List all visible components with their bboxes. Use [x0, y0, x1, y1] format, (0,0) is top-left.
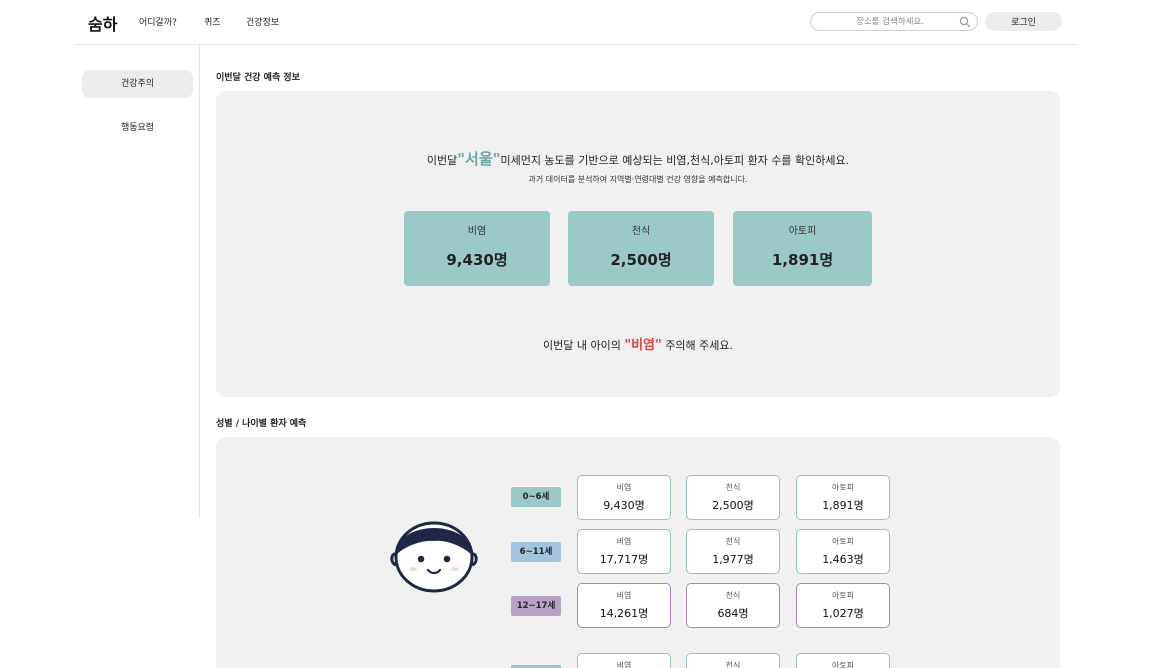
warning-prefix: 이번달 내 아이의 [542, 339, 621, 352]
forecast-section-title: 이번달 건강 예측 정보 [216, 73, 300, 83]
cell-label: 천식 [725, 661, 741, 668]
age-badge-12-17: 12~17세 [511, 596, 561, 616]
age-badge-6-11: 6~11세 [511, 542, 561, 562]
cell-label: 아토피 [831, 661, 855, 668]
age-cell: 아토피 [796, 653, 890, 668]
search-box [810, 12, 978, 31]
cell-label: 아토피 [831, 591, 855, 600]
forecast-warning: 이번달 내 아이의 "비염" 주의해 주세요. [216, 334, 1060, 353]
intro-suffix: 미세먼지 농도를 기반으로 예상되는 비염,천식,아토피 환자 수를 확인하세요… [500, 154, 850, 167]
child-face-icon [390, 521, 478, 593]
age-section-title: 성별 / 나이별 환자 예측 [216, 419, 307, 429]
sidebar-item-health-alert[interactable]: 건강주의 [82, 70, 193, 98]
cell-label: 아토피 [831, 537, 855, 546]
age-cell: 아토피 1,891명 [796, 475, 890, 520]
forecast-panel: 이번달"서울"미세먼지 농도를 기반으로 예상되는 비염,천식,아토피 환자 수… [216, 91, 1060, 397]
age-cell: 천식 [686, 653, 780, 668]
top-header: 숨하 어디갈까? 퀴즈 건강정보 로그인 [76, 0, 1076, 45]
stat-card-atopy: 아토피 1,891명 [733, 211, 872, 286]
stat-label: 아토피 [788, 226, 817, 237]
cell-label: 천식 [725, 537, 741, 546]
age-cell: 천식 1,977명 [686, 529, 780, 574]
cell-value: 1,463명 [822, 553, 864, 566]
cell-value: 1,891명 [822, 499, 864, 512]
forecast-subtext: 과거 데이터를 분석하여 지역별·연령대별 건강 영향을 예측합니다. [528, 175, 748, 184]
nav-health-info[interactable]: 건강정보 [246, 15, 279, 28]
stat-value: 1,891명 [771, 251, 834, 269]
cell-value: 1,977명 [712, 553, 754, 566]
stat-label: 비염 [467, 226, 487, 237]
login-button[interactable]: 로그인 [985, 12, 1062, 31]
age-cell: 비염 [577, 653, 671, 668]
age-cell: 천식 2,500명 [686, 475, 780, 520]
stat-label: 천식 [631, 226, 651, 237]
city-name: "서울" [457, 150, 501, 168]
cell-label: 천식 [725, 591, 741, 600]
cell-value: 17,717명 [599, 553, 649, 566]
stat-value: 2,500명 [610, 251, 672, 269]
cell-value: 684명 [717, 607, 749, 620]
age-cell: 비염 9,430명 [577, 475, 671, 520]
stat-value: 9,430명 [446, 251, 508, 269]
cell-value: 2,500명 [712, 499, 754, 512]
age-cell: 아토피 1,027명 [796, 583, 890, 628]
warning-suffix: 주의해 주세요. [665, 339, 734, 352]
search-input[interactable] [821, 14, 959, 29]
cell-value: 14,261명 [599, 607, 649, 620]
age-cell: 아토피 1,463명 [796, 529, 890, 574]
cell-label: 아토피 [831, 483, 855, 492]
stat-card-rhinitis: 비염 9,430명 [404, 211, 550, 286]
sidebar-item-action-guide[interactable]: 행동요령 [82, 114, 193, 142]
age-cell: 비염 14,261명 [577, 583, 671, 628]
site-logo[interactable]: 숨하 [88, 11, 117, 35]
cell-label: 비염 [616, 483, 632, 492]
search-icon[interactable] [959, 16, 971, 28]
sidebar: 건강주의 행동요령 [76, 45, 200, 518]
cell-label: 비염 [616, 661, 632, 668]
cell-label: 천식 [725, 483, 741, 492]
cell-label: 비염 [616, 537, 632, 546]
cell-value: 9,430명 [603, 499, 645, 512]
stat-card-asthma: 천식 2,500명 [568, 211, 714, 286]
forecast-intro: 이번달"서울"미세먼지 농도를 기반으로 예상되는 비염,천식,아토피 환자 수… [216, 148, 1060, 169]
age-cell: 천식 684명 [686, 583, 780, 628]
cell-value: 1,027명 [822, 607, 864, 620]
warning-disease: "비염" [624, 338, 662, 353]
cell-label: 비염 [616, 591, 632, 600]
age-panel: 0~6세 비염 9,430명 천식 2,500명 아토피 1,891명 6~11세 비… [216, 437, 1060, 668]
nav-where-to-go[interactable]: 어디갈까? [139, 15, 177, 28]
nav-quiz[interactable]: 퀴즈 [204, 15, 221, 28]
age-badge-0-6: 0~6세 [511, 487, 561, 507]
age-cell: 비염 17,717명 [577, 529, 671, 574]
intro-prefix: 이번달 [426, 154, 458, 167]
